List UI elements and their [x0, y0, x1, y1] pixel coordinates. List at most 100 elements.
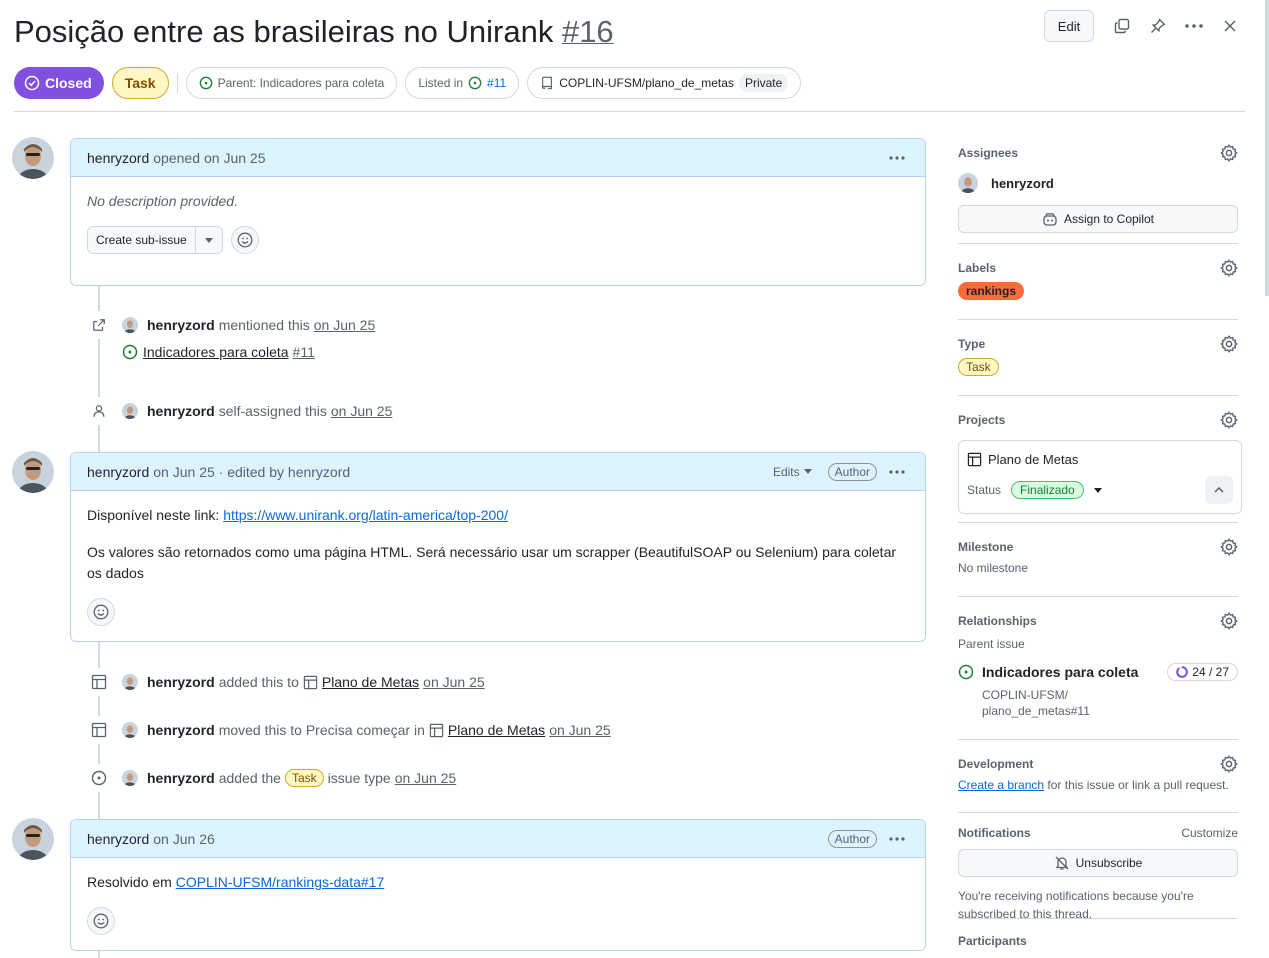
event-author[interactable]: henryzord [147, 770, 215, 786]
gear-icon[interactable] [1220, 755, 1238, 773]
edits-dropdown[interactable]: Edits [773, 465, 812, 479]
chevron-up-icon [1214, 487, 1224, 493]
event-date[interactable]: on Jun 25 [314, 317, 376, 333]
comment-author[interactable]: henryzord [87, 150, 149, 166]
comment-header: henryzord on Jun 26 Author [71, 820, 925, 858]
scrollbar[interactable] [1265, 0, 1269, 296]
type-chip[interactable]: Task [958, 358, 999, 376]
status-chip[interactable]: Finalizado [1011, 481, 1084, 499]
issue-title: Posição entre as brasileiras no Unirank … [14, 14, 614, 50]
add-reaction-button[interactable] [87, 907, 115, 935]
comment-meta[interactable]: on Jun 26 [153, 831, 215, 847]
mentioned-issue-link[interactable]: Indicadores para coleta #11 [122, 344, 315, 360]
listed-ref[interactable]: #11 [487, 76, 506, 90]
create-sub-issue-button[interactable]: Create sub-issue [87, 226, 223, 254]
development-text: for this issue or link a pull request. [1047, 778, 1229, 792]
gear-icon[interactable] [1220, 612, 1238, 630]
avatar[interactable] [122, 674, 138, 690]
avatar[interactable] [122, 317, 138, 333]
kebab-icon [1180, 12, 1208, 40]
avatar[interactable] [122, 770, 138, 786]
parent-issue-title[interactable]: Indicadores para coleta [982, 664, 1138, 680]
comment-date[interactable]: on Jun 25 [204, 150, 266, 166]
sub-issue-progress: 24 / 27 [1167, 663, 1238, 681]
comment-action: opened [153, 149, 200, 166]
add-reaction-button[interactable] [230, 226, 259, 254]
more-options-button[interactable] [1180, 10, 1208, 42]
collapse-button[interactable] [1205, 476, 1233, 504]
mentioned-issue-number[interactable]: #11 [293, 344, 315, 360]
assign-copilot-button[interactable]: Assign to Copilot [958, 205, 1238, 233]
resolved-prefix: Resolvido em [87, 874, 172, 890]
create-branch-link[interactable]: Create a branch [958, 778, 1044, 792]
listed-in-pill[interactable]: Listed in #11 [405, 67, 520, 99]
comment-meta: on Jun 25 · edited by henryzord [153, 463, 351, 480]
visibility-tag: Private [738, 74, 789, 92]
project-name[interactable]: Plano de Metas [988, 452, 1078, 467]
event-date[interactable]: on Jun 25 [423, 674, 485, 690]
edit-button[interactable]: Edit [1044, 10, 1094, 42]
issue-number[interactable]: #16 [562, 14, 614, 49]
comment-options-button[interactable] [885, 460, 909, 484]
labels-section: Labels rankings [958, 244, 1238, 320]
event-date[interactable]: on Jun 25 [395, 770, 457, 786]
progress-count: 24 / 27 [1192, 665, 1229, 679]
comment-paragraph: Os valores são retornados como uma págin… [87, 544, 897, 581]
edits-label: Edits [772, 464, 800, 479]
event-date[interactable]: on Jun 25 [331, 403, 393, 419]
customize-link[interactable]: Customize [1181, 826, 1238, 840]
gear-icon[interactable] [1220, 259, 1238, 277]
avatar[interactable] [12, 451, 54, 493]
copy-link-button[interactable] [1108, 10, 1136, 42]
parent-repo-line2: plano_de_metas#11 [982, 704, 1090, 718]
project-link[interactable]: Plano de Metas [448, 722, 545, 738]
label-rankings[interactable]: rankings [958, 282, 1025, 300]
event-author[interactable]: henryzord [147, 403, 215, 419]
comment-author[interactable]: henryzord [87, 831, 149, 847]
event-text: self-assigned this [218, 403, 327, 419]
rankings-data-link[interactable]: COPLIN-UFSM/rankings-data#17 [176, 874, 385, 890]
comment-options-button[interactable] [885, 146, 909, 170]
unsubscribe-button[interactable]: Unsubscribe [958, 849, 1238, 877]
section-title: Labels [958, 261, 997, 275]
avatar[interactable] [122, 722, 138, 738]
event-author[interactable]: henryzord [147, 722, 215, 738]
parent-pill[interactable]: Parent: Indicadores para coleta [185, 67, 398, 99]
parent-issue-row[interactable]: Indicadores para coleta 24 / 27 [958, 663, 1238, 681]
gear-icon[interactable] [1220, 538, 1238, 556]
unirank-link[interactable]: https://www.unirank.org/latin-america/to… [223, 507, 508, 523]
event-date[interactable]: on Jun 25 [549, 722, 611, 738]
open-issue-icon [958, 664, 974, 680]
assign-event: henryzord self-assigned this on Jun 25 [85, 397, 392, 425]
gear-icon[interactable] [1220, 335, 1238, 353]
open-issue-icon [199, 76, 212, 90]
comment-author[interactable]: henryzord [87, 464, 149, 480]
chevron-down-icon[interactable] [196, 227, 222, 253]
person-icon [85, 397, 113, 425]
close-button[interactable] [1216, 10, 1244, 42]
event-author[interactable]: henryzord [147, 317, 215, 333]
project-card[interactable]: Plano de Metas Status Finalizado [958, 440, 1242, 514]
repo-pill[interactable]: COPLIN-UFSM/plano_de_metas Private [527, 67, 802, 99]
pin-button[interactable] [1144, 10, 1172, 42]
gear-icon[interactable] [1220, 411, 1238, 429]
assignee-name[interactable]: henryzord [991, 176, 1054, 191]
chevron-down-icon[interactable] [1093, 487, 1102, 493]
comment-options-button[interactable] [885, 827, 909, 851]
add-reaction-button[interactable] [87, 598, 115, 626]
event-text: mentioned this [218, 317, 310, 333]
comment-card-opening: henryzord opened on Jun 25 No descriptio… [70, 138, 926, 286]
create-sub-issue-label[interactable]: Create sub-issue [88, 227, 196, 253]
type-badge[interactable]: Task [111, 67, 169, 99]
avatar[interactable] [958, 173, 978, 193]
avatar[interactable] [12, 137, 54, 179]
section-title: Assignees [958, 146, 1019, 160]
comment-header: henryzord on Jun 25 · edited by henryzor… [71, 453, 925, 491]
avatar[interactable] [12, 818, 54, 860]
project-link[interactable]: Plano de Metas [322, 674, 419, 690]
gear-icon[interactable] [1220, 144, 1238, 162]
mentioned-issue-title[interactable]: Indicadores para coleta [143, 344, 289, 360]
avatar[interactable] [122, 403, 138, 419]
event-author[interactable]: henryzord [147, 674, 215, 690]
comment-header: henryzord opened on Jun 25 [71, 139, 925, 177]
